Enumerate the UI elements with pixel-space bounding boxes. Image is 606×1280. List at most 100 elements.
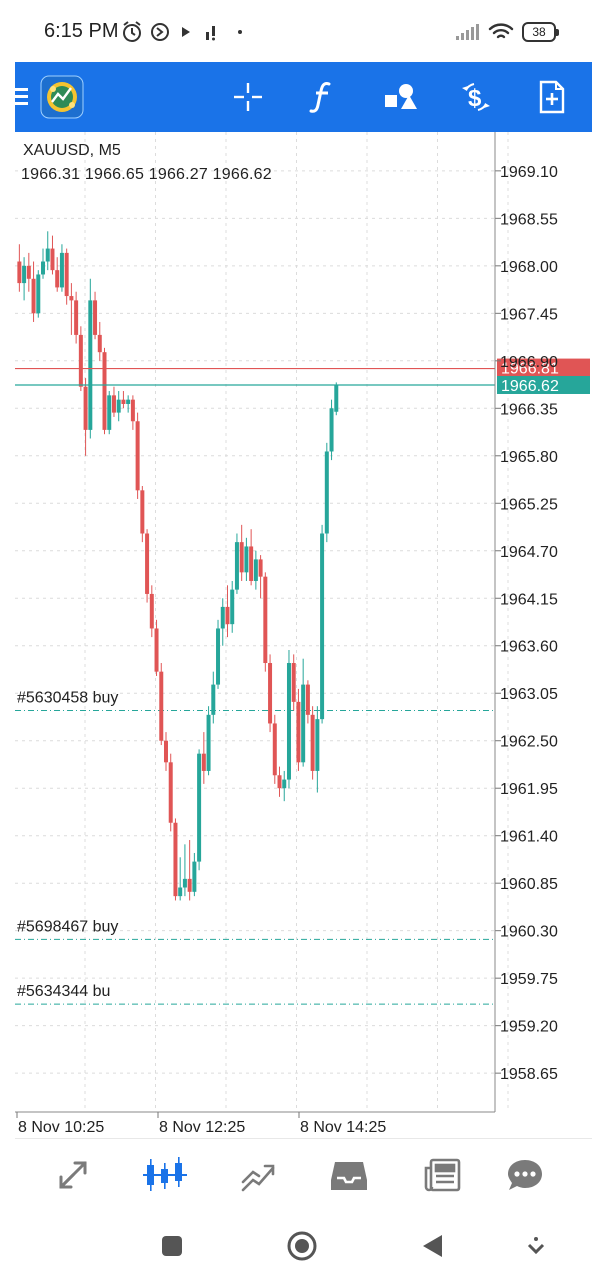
history-icon [331,1162,367,1190]
candle [83,378,88,456]
price-label: 1967.45 [500,306,558,323]
candle [187,840,192,901]
price-chart[interactable]: #5630458 buy #5698467 buy #5634344 bu 1966… [15,132,592,1138]
keyboard-hide-button[interactable] [516,1228,556,1264]
keyboard-hide-icon [527,1237,545,1255]
candle-body [130,399,135,422]
candle [36,270,41,318]
candle-body [93,300,98,335]
home-button[interactable] [282,1228,322,1264]
nav-trade[interactable] [233,1151,285,1199]
media-icon [151,23,169,41]
objects-button[interactable] [375,72,425,122]
candle [206,706,211,776]
candle-body [168,762,173,823]
menu-button[interactable] [9,72,31,122]
back-icon [423,1235,442,1257]
android-nav-bar [0,1210,606,1280]
candle [305,680,310,724]
news-icon [424,1158,461,1192]
time-axis: 8 Nov 10:25 8 Nov 12:25 8 Nov 14:25 [16,1112,386,1136]
candle-body [31,278,36,314]
candle-body [225,606,230,625]
candle-body [272,723,277,776]
candle-body [329,408,334,452]
candle [102,347,107,435]
candle-body [187,878,192,892]
bottom-nav [15,1138,592,1210]
messages-icon [508,1160,542,1190]
candle [201,732,206,784]
price-label: 1963.60 [500,639,558,656]
candle [324,442,329,543]
candle-body [182,878,187,888]
nav-messages[interactable] [499,1151,551,1199]
home-icon [287,1231,317,1261]
candle-body [149,593,154,629]
candle [216,619,221,689]
candle-body [145,533,150,594]
candle [182,844,187,897]
candle [310,706,315,780]
nav-news[interactable] [417,1151,469,1199]
candle [263,572,268,672]
signal-activity-icon [206,26,215,41]
alarm-icon [123,21,141,42]
nav-chart[interactable] [139,1151,191,1199]
candle [197,749,202,871]
bid-price-label: 1966.62 [501,378,559,395]
candle-body [230,589,235,625]
candle [93,291,98,340]
candle [64,248,69,305]
indicators-button[interactable] [298,72,348,122]
candle-body [107,395,112,430]
candle-body [211,684,216,715]
candle [249,529,254,586]
chart-canvas[interactable]: #5630458 buy #5698467 buy #5634344 bu 1966… [15,132,592,1138]
candle [277,766,282,797]
candle [41,248,46,279]
candle [168,753,173,832]
candle-body [36,274,41,314]
app-logo[interactable] [37,72,87,122]
objects-icon [385,84,417,109]
candle [107,391,112,435]
crosshair-button[interactable] [223,72,273,122]
candle [74,291,79,344]
candle-body [305,684,310,715]
candle [253,550,258,590]
candle-body [50,248,55,271]
candle-body [41,261,46,275]
candle [97,321,102,361]
candle [173,818,178,901]
candle [163,732,168,771]
recents-icon [162,1236,182,1256]
candle [234,533,239,594]
status-time: 6:15 PM [44,20,119,42]
back-button[interactable] [412,1228,452,1264]
time-label: 8 Nov 12:25 [159,1119,245,1136]
new-order-button[interactable] [527,72,577,122]
candle-body [55,270,60,288]
price-label: 1960.85 [500,876,558,893]
candle-body [69,296,74,301]
candle-body [291,663,296,702]
svg-text:$: $ [468,85,482,112]
candle [320,524,325,724]
candle-body [26,265,31,279]
price-label: 1962.50 [500,734,558,751]
candle-body [320,533,325,720]
candle-body [315,719,320,771]
candle [59,244,64,292]
nav-history[interactable] [323,1151,375,1199]
trade-button[interactable]: $ [451,72,501,122]
candle [192,852,197,897]
status-icons [123,21,242,42]
candle [111,386,116,417]
nav-quotes[interactable] [47,1151,99,1199]
price-label: 1966.35 [500,401,558,418]
candle-body [22,265,27,284]
recents-button[interactable] [152,1228,192,1264]
candle-body [253,559,258,581]
chart-grid [15,132,509,1112]
